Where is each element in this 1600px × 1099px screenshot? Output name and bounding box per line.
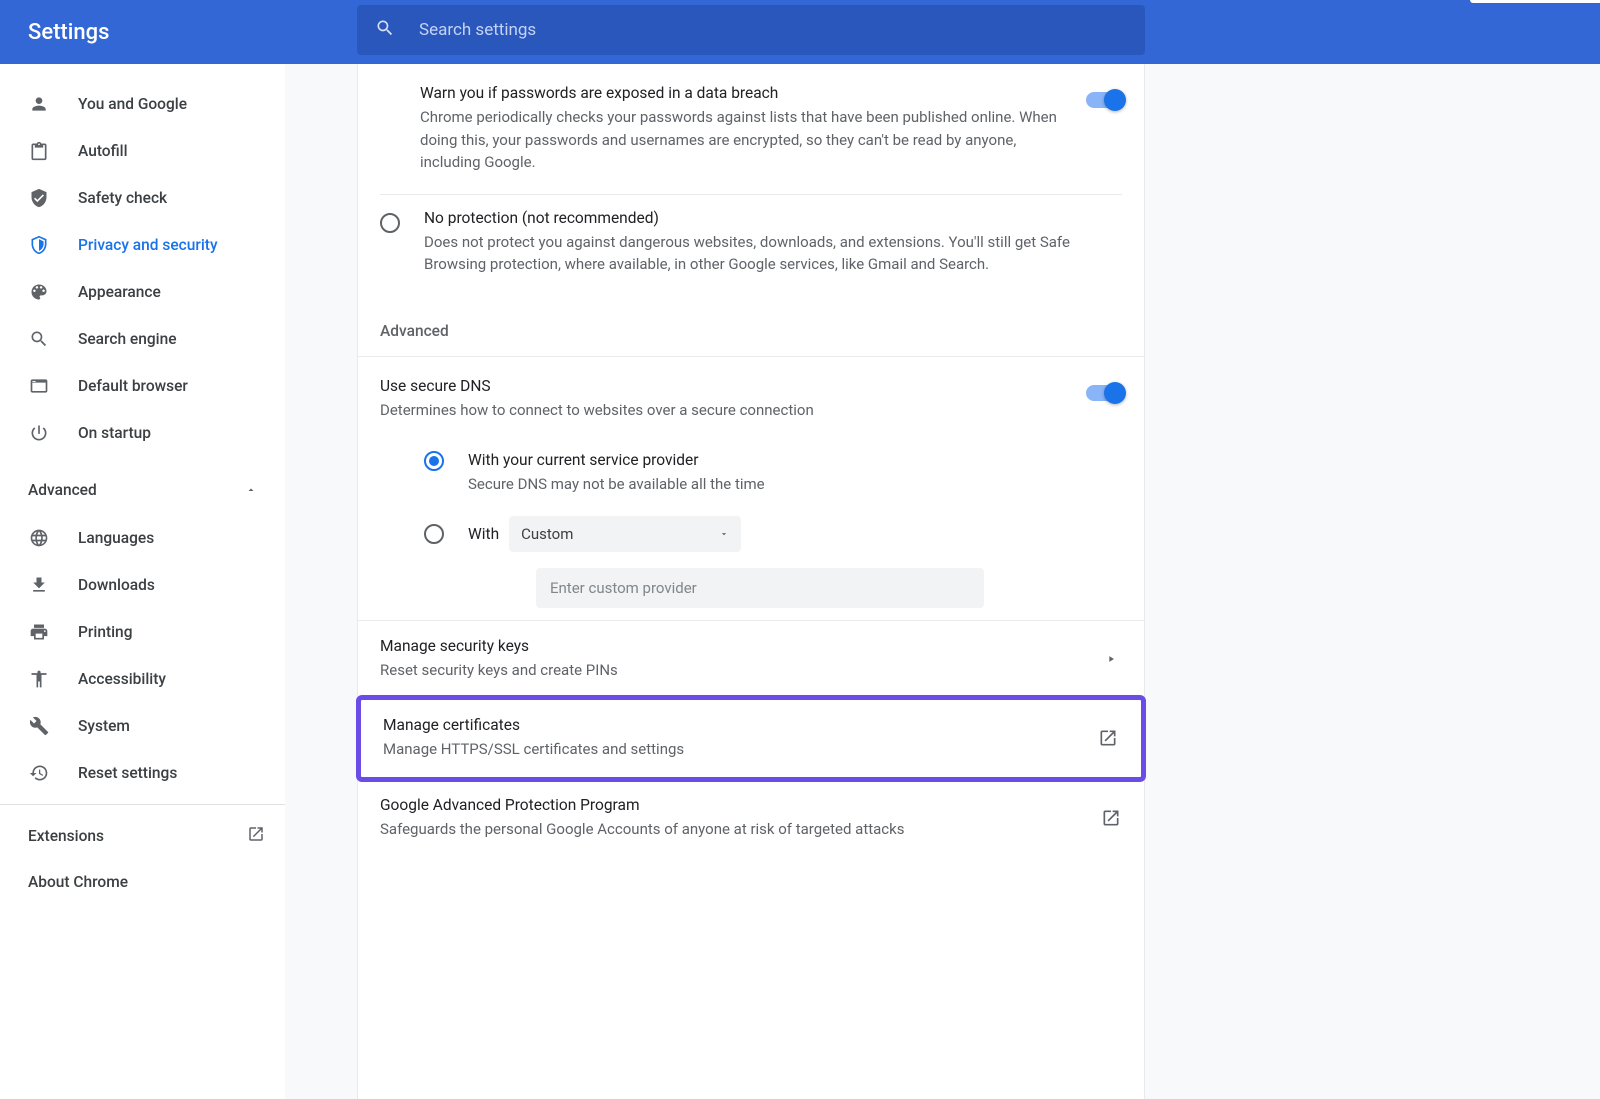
input-custom-dns-provider[interactable] xyxy=(536,568,984,608)
row-manage-security-keys[interactable]: Manage security keys Reset security keys… xyxy=(358,621,1144,698)
settings-panel: Warn you if passwords are exposed in a d… xyxy=(357,64,1145,1099)
browser-icon xyxy=(28,375,50,397)
sidebar-item-downloads[interactable]: Downloads xyxy=(0,561,285,608)
sidebar-item-about-chrome[interactable]: About Chrome xyxy=(0,859,285,905)
sidebar-item-appearance[interactable]: Appearance xyxy=(0,268,285,315)
sidebar-item-label: Search engine xyxy=(78,330,177,348)
power-icon xyxy=(28,422,50,444)
radio-no-protection[interactable] xyxy=(380,213,400,233)
sidebar-item-label: System xyxy=(78,717,130,735)
row-subtitle: Safeguards the personal Google Accounts … xyxy=(380,818,1100,841)
advanced-label: Advanced xyxy=(28,481,97,499)
shield-check-icon xyxy=(28,187,50,209)
sidebar-item-autofill[interactable]: Autofill xyxy=(0,127,285,174)
dropdown-dns-provider[interactable]: Custom xyxy=(509,516,741,552)
page-title: Settings xyxy=(28,20,109,45)
header: Settings xyxy=(0,0,1600,64)
wrench-icon xyxy=(28,715,50,737)
radio-row-custom-provider[interactable]: With Custom xyxy=(358,506,1144,562)
extensions-label: Extensions xyxy=(28,827,104,845)
row-title: Manage security keys xyxy=(380,637,1100,655)
launch-icon xyxy=(247,825,265,847)
sidebar-item-reset-settings[interactable]: Reset settings xyxy=(0,749,285,796)
row-title: Manage certificates xyxy=(383,716,1097,734)
radio-custom-provider[interactable] xyxy=(424,524,444,544)
sidebar-item-system[interactable]: System xyxy=(0,702,285,749)
sidebar-item-search-engine[interactable]: Search engine xyxy=(0,315,285,362)
sidebar-item-you-and-google[interactable]: You and Google xyxy=(0,80,285,127)
person-icon xyxy=(28,93,50,115)
row-subtitle: Determines how to connect to websites ov… xyxy=(380,399,1072,422)
print-icon xyxy=(28,621,50,643)
search-settings-box[interactable] xyxy=(357,5,1145,55)
row-subtitle: Manage HTTPS/SSL certificates and settin… xyxy=(383,738,1097,761)
row-secure-dns: Use secure DNS Determines how to connect… xyxy=(358,357,1144,442)
sidebar-item-label: On startup xyxy=(78,424,151,442)
row-google-advanced-protection[interactable]: Google Advanced Protection Program Safeg… xyxy=(358,780,1144,857)
row-title: Warn you if passwords are exposed in a d… xyxy=(420,84,1072,102)
sidebar-item-safety-check[interactable]: Safety check xyxy=(0,174,285,221)
sidebar-item-on-startup[interactable]: On startup xyxy=(0,409,285,456)
sidebar-advanced-toggle[interactable]: Advanced xyxy=(0,466,285,514)
launch-icon xyxy=(1100,807,1122,829)
sidebar-item-printing[interactable]: Printing xyxy=(0,608,285,655)
row-title: With your current service provider xyxy=(468,451,1122,469)
globe-icon xyxy=(28,527,50,549)
toggle-secure-dns[interactable] xyxy=(1086,385,1122,401)
sidebar-item-label: Accessibility xyxy=(78,670,166,688)
search-icon xyxy=(375,18,395,42)
sidebar-item-label: Languages xyxy=(78,529,154,547)
section-advanced-label: Advanced xyxy=(358,290,1144,356)
row-manage-certificates[interactable]: Manage certificates Manage HTTPS/SSL cer… xyxy=(361,700,1141,777)
row-subtitle: Secure DNS may not be available all the … xyxy=(468,473,1122,496)
shield-icon xyxy=(28,234,50,256)
sidebar-item-languages[interactable]: Languages xyxy=(0,514,285,561)
dropdown-value: Custom xyxy=(521,525,573,543)
radio-row-no-protection[interactable]: No protection (not recommended) Does not… xyxy=(358,195,1144,290)
divider xyxy=(0,804,285,805)
accessibility-icon xyxy=(28,668,50,690)
row-password-breach-warning: Warn you if passwords are exposed in a d… xyxy=(358,64,1144,194)
sidebar-item-label: Downloads xyxy=(78,576,155,594)
radio-row-current-provider[interactable]: With your current service provider Secur… xyxy=(358,441,1144,506)
history-icon xyxy=(28,762,50,784)
row-subtitle: Chrome periodically checks your password… xyxy=(420,106,1072,174)
sidebar-item-label: Printing xyxy=(78,623,132,641)
top-right-ornament xyxy=(1470,0,1600,3)
sidebar-item-privacy-security[interactable]: Privacy and security xyxy=(0,221,285,268)
download-icon xyxy=(28,574,50,596)
sidebar-item-label: Autofill xyxy=(78,142,128,160)
search-input[interactable] xyxy=(419,20,1127,40)
sidebar-item-label: Default browser xyxy=(78,377,188,395)
row-subtitle: Does not protect you against dangerous w… xyxy=(424,231,1122,276)
with-label: With xyxy=(468,525,499,543)
sidebar-item-label: Appearance xyxy=(78,283,161,301)
sidebar-item-label: You and Google xyxy=(78,95,187,113)
about-chrome-label: About Chrome xyxy=(28,873,128,891)
palette-icon xyxy=(28,281,50,303)
chevron-up-icon xyxy=(245,481,257,500)
chevron-right-icon xyxy=(1100,648,1122,670)
main-content: Warn you if passwords are exposed in a d… xyxy=(285,64,1600,1099)
toggle-password-breach[interactable] xyxy=(1086,92,1122,108)
sidebar: You and Google Autofill Safety check Pri… xyxy=(0,64,285,1099)
highlight-manage-certificates: Manage certificates Manage HTTPS/SSL cer… xyxy=(356,695,1146,782)
sidebar-item-accessibility[interactable]: Accessibility xyxy=(0,655,285,702)
sidebar-item-label: Reset settings xyxy=(78,764,177,782)
row-subtitle: Reset security keys and create PINs xyxy=(380,659,1100,682)
sidebar-item-default-browser[interactable]: Default browser xyxy=(0,362,285,409)
sidebar-item-extensions[interactable]: Extensions xyxy=(0,813,285,859)
row-title: Use secure DNS xyxy=(380,377,1072,395)
launch-icon xyxy=(1097,727,1119,749)
row-title: No protection (not recommended) xyxy=(424,209,1122,227)
search-icon xyxy=(28,328,50,350)
radio-current-provider[interactable] xyxy=(424,451,444,471)
row-title: Google Advanced Protection Program xyxy=(380,796,1100,814)
sidebar-item-label: Privacy and security xyxy=(78,236,218,254)
clipboard-icon xyxy=(28,140,50,162)
chevron-down-icon xyxy=(719,525,729,543)
sidebar-item-label: Safety check xyxy=(78,189,167,207)
